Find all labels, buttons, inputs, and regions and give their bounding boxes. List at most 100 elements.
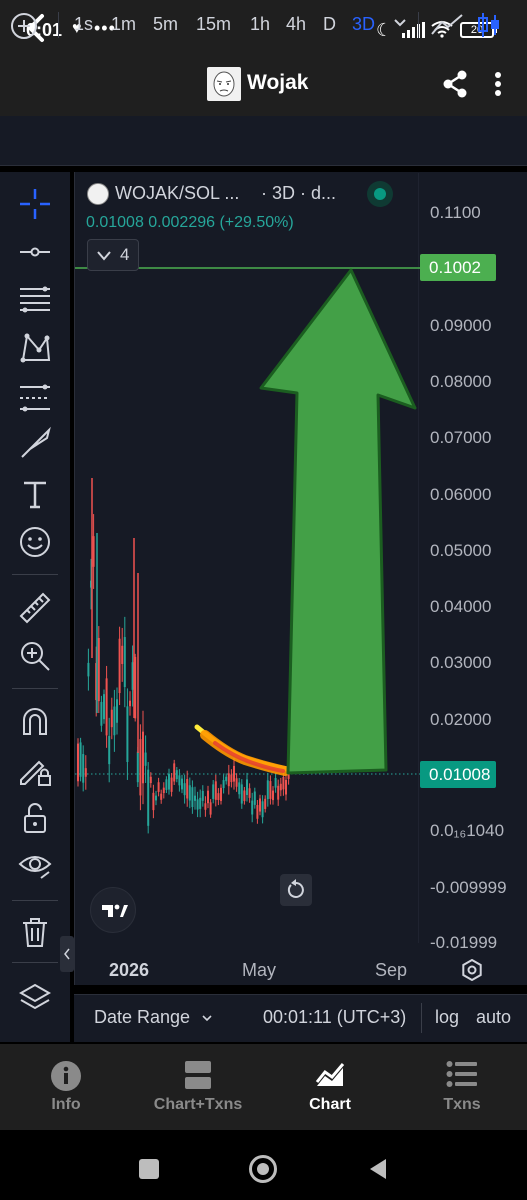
unlock-icon[interactable] [17,800,53,836]
interval-d[interactable]: D [323,14,336,35]
candle-body [126,706,129,762]
layers-icon[interactable] [17,980,53,1016]
nav-chart[interactable]: Chart [264,1044,396,1124]
legend-symbol[interactable]: WOJAK/SOL ... [115,183,239,204]
interval-1s[interactable]: 1s [74,14,93,35]
toolbar-divider [421,1003,422,1033]
emoji-icon[interactable] [17,524,53,560]
candle-body [116,699,118,723]
interval-3d[interactable]: 3D [352,14,375,35]
auto-scale-toggle[interactable]: auto [476,1007,511,1028]
ruler-icon[interactable] [17,590,53,626]
chart-icon [315,1063,345,1086]
candle-body [196,799,199,810]
time-label: May [242,960,277,980]
interval-4h[interactable]: 4h [286,14,306,35]
text-icon[interactable] [17,476,53,512]
list-icon [446,1061,477,1087]
pattern-icon[interactable] [17,330,53,366]
tools-divider [12,688,58,689]
candle-body [227,773,230,787]
candle-body [165,779,168,790]
candle-body [157,782,160,792]
crosshair-icon[interactable] [17,186,53,222]
nav-info[interactable]: Info [0,1044,132,1124]
nav-txns[interactable]: Txns [396,1044,527,1124]
legend-interval[interactable]: · 3D · d... [261,183,336,204]
back-triangle-icon[interactable] [368,1158,388,1180]
candle-body [162,787,165,794]
nav-label: Info [51,1096,81,1113]
indicators-toggle[interactable]: 4 [87,239,139,271]
candle-body [105,678,108,736]
share-icon[interactable] [440,68,470,100]
fib-lines-icon[interactable] [17,282,53,318]
candle-body [139,739,142,796]
interval-1m[interactable]: 1m [111,14,136,35]
candle-body [186,779,189,799]
zoom-in-icon[interactable] [17,638,53,674]
trash-icon[interactable] [17,914,53,950]
page-title: Wojak [247,71,309,94]
eye-icon[interactable] [17,848,53,884]
collapse-tools-tab[interactable] [60,936,74,972]
candle-body [233,765,235,782]
candle-body [142,731,144,784]
interval-5m[interactable]: 5m [153,14,178,35]
candle-body [147,769,150,826]
candle-body [212,784,215,799]
token-avatar [207,67,241,101]
candle-body [248,788,251,798]
log-scale-toggle[interactable]: log [435,1007,459,1028]
candle-body [272,790,274,801]
candle-body [181,778,183,790]
gear-icon[interactable] [461,959,483,981]
candle-body [168,773,170,790]
chevron-down-icon[interactable] [393,16,407,30]
prediction-icon[interactable] [17,380,53,416]
home-icon[interactable] [249,1155,277,1183]
recents-icon[interactable] [139,1159,159,1179]
candles-group [77,478,290,834]
price-tick: 0.05000 [430,541,492,560]
interval-15m[interactable]: 15m [196,14,231,35]
candle-body [144,752,147,766]
candle-body [220,787,222,801]
market-status-icon[interactable] [367,181,393,207]
time-label: 2026 [109,960,150,980]
nav-chart-txns[interactable]: Chart+Txns [132,1044,264,1124]
date-range-button[interactable]: Date Range [94,1007,213,1028]
candle-body [246,779,248,796]
candle-body [225,776,228,782]
candle-body [92,536,95,567]
price-tick: 0.03000 [430,653,492,672]
candle-body [217,793,220,801]
interval-1h[interactable]: 1h [250,14,270,35]
more-vert-icon[interactable] [488,68,508,100]
candle-body [214,781,217,800]
nav-label: Chart+Txns [153,1096,243,1113]
brush-icon[interactable] [17,426,53,462]
nav-label: Txns [443,1096,481,1113]
candlestick-icon[interactable] [477,11,501,39]
candle-body [103,694,105,720]
price-tick: 0.1100 [430,203,481,222]
chevron-down-icon [97,251,111,261]
line-chart-icon[interactable] [430,12,464,38]
reset-chart-button[interactable] [280,874,312,906]
candle-body [170,777,173,792]
candle-body [207,790,209,804]
candle-body [160,793,163,800]
clock-timezone[interactable]: 00:01:11 (UTC+3) [263,1007,406,1028]
lock-drawing-icon[interactable] [17,752,53,788]
magnet-icon[interactable] [17,704,53,740]
chart-txns-icon [185,1061,211,1089]
candle-body [183,783,186,796]
tradingview-logo-icon[interactable] [90,887,136,933]
trend-line-icon[interactable] [17,234,53,270]
candle-body [118,638,121,694]
candle-body [129,700,131,707]
candle-body [194,795,196,801]
toolbar-divider [58,12,59,38]
add-indicator-icon[interactable] [11,13,37,39]
